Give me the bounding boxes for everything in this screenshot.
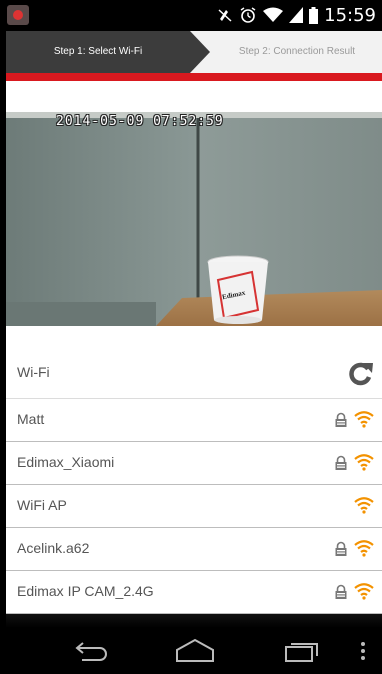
accent-divider bbox=[6, 73, 382, 81]
wifi-ssid: Edimax_Xiaomi bbox=[17, 454, 115, 470]
camera-image bbox=[6, 112, 382, 326]
wifi-network-row[interactable]: WiFi AP bbox=[6, 485, 382, 528]
camera-preview: 2014-05-09 07:52:59 Edimax bbox=[6, 112, 382, 326]
overflow-menu-button[interactable] bbox=[356, 636, 370, 666]
camera-timestamp: 2014-05-09 07:52:59 bbox=[56, 114, 224, 129]
back-icon bbox=[75, 642, 107, 661]
wifi-ssid: Matt bbox=[17, 411, 45, 427]
status-icons: 15:59 bbox=[217, 4, 376, 26]
step2-label: Step 2: Connection Result bbox=[238, 46, 356, 57]
wifi-network-row[interactable]: Matt bbox=[6, 398, 382, 442]
wifi-ssid: Acelink.a62 bbox=[17, 540, 90, 556]
lock-icon bbox=[335, 455, 347, 470]
refresh-icon bbox=[349, 362, 373, 386]
wifi-ssid: WiFi AP bbox=[17, 497, 67, 513]
wifi-list: Matt Edimax_Xiaomi WiFi AP Acelink.a62 E… bbox=[6, 398, 382, 614]
overflow-menu-icon bbox=[361, 642, 365, 660]
cell-signal-icon bbox=[289, 7, 304, 23]
wifi-signal-icon bbox=[354, 540, 374, 557]
battery-icon bbox=[309, 6, 319, 24]
wifi-signal-icon bbox=[354, 411, 374, 428]
wifi-signal-icon bbox=[354, 583, 374, 600]
step-indicator: Step 1: Select Wi-Fi Step 2: Connection … bbox=[6, 31, 382, 73]
lock-icon bbox=[335, 541, 347, 556]
spacer bbox=[6, 81, 382, 112]
wifi-signal-icon bbox=[354, 497, 374, 514]
alarm-icon bbox=[240, 7, 256, 23]
lock-icon bbox=[335, 584, 347, 599]
wifi-network-row[interactable]: Edimax_Xiaomi bbox=[6, 442, 382, 485]
wifi-panel: Wi-Fi Matt Edimax_Xiaomi WiFi AP Acelink… bbox=[6, 326, 382, 614]
home-icon bbox=[176, 638, 214, 662]
wifi-section-title: Wi-Fi bbox=[17, 364, 50, 380]
refresh-button[interactable] bbox=[346, 360, 374, 388]
wifi-ssid: Edimax IP CAM_2.4G bbox=[17, 583, 154, 599]
mute-icon bbox=[218, 9, 232, 22]
wifi-icon bbox=[263, 7, 284, 22]
lock-icon bbox=[335, 412, 347, 427]
wifi-network-row[interactable]: Acelink.a62 bbox=[6, 528, 382, 571]
status-bar: 15:59 bbox=[0, 0, 382, 30]
bottom-fade bbox=[6, 614, 382, 628]
wifi-signal-icon bbox=[354, 454, 374, 471]
wifi-network-row[interactable]: Edimax IP CAM_2.4G bbox=[6, 571, 382, 614]
wifi-header: Wi-Fi bbox=[6, 354, 382, 394]
back-button[interactable] bbox=[68, 636, 112, 666]
status-time: 15:59 bbox=[324, 4, 376, 26]
home-button[interactable] bbox=[172, 636, 218, 666]
step1-label: Step 1: Select Wi-Fi bbox=[53, 46, 143, 57]
step1-arrow bbox=[190, 31, 210, 73]
navigation-bar bbox=[0, 628, 382, 674]
recent-apps-button[interactable] bbox=[280, 636, 324, 666]
app-notification-icon bbox=[7, 5, 29, 25]
recent-apps-icon bbox=[285, 643, 318, 662]
